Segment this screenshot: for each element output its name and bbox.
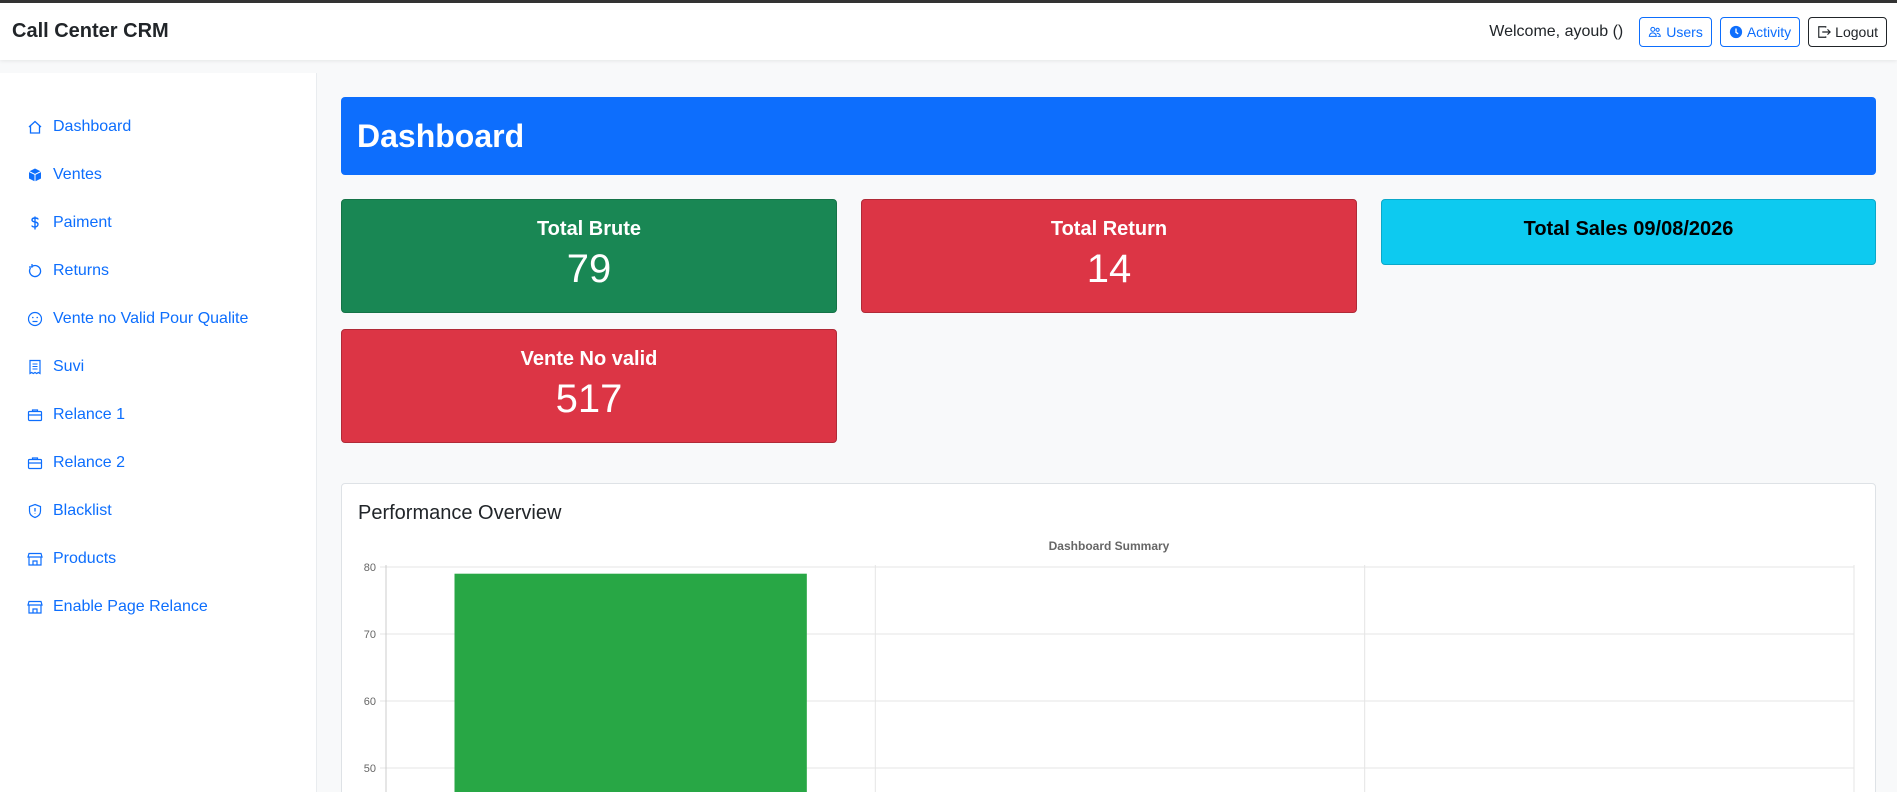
y-tick-label: 80 <box>364 562 376 574</box>
app-brand[interactable]: Call Center CRM <box>12 20 169 43</box>
sidebar-item-products[interactable]: Products <box>0 535 316 583</box>
shop-icon <box>27 552 43 566</box>
sidebar-item-label: Blacklist <box>53 502 112 519</box>
sidebar-item-label: Relance 1 <box>53 406 126 423</box>
total-return-card: Total Return 14 <box>861 199 1357 313</box>
sidebar-item-suvi[interactable]: Suvi <box>0 343 316 391</box>
total-sales-title: Total Sales 09/08/2026 <box>1523 218 1734 240</box>
welcome-text: Welcome, ayoub () <box>1489 22 1624 40</box>
sidebar-item-label: Enable Page Relance <box>53 598 208 615</box>
sidebar-item-label: Relance 2 <box>53 454 126 471</box>
chart-bar <box>454 573 807 792</box>
sidebar-item-vente-no-valid[interactable]: Vente no Valid Pour Qualite <box>0 295 316 343</box>
activity-button-label: Activity <box>1746 23 1792 40</box>
sidebar-item-enable-page-relance[interactable]: Enable Page Relance <box>0 583 316 631</box>
users-button-label: Users <box>1666 23 1703 40</box>
briefcase-icon <box>27 457 43 470</box>
sidebar-item-label: Vente no Valid Pour Qualite <box>53 310 249 327</box>
sidebar-item-relance-2[interactable]: Relance 2 <box>0 439 316 487</box>
people-icon <box>1649 26 1662 37</box>
y-tick-label: 50 <box>364 763 376 775</box>
sidebar-item-label: Dashboard <box>53 118 132 135</box>
vente-no-valid-card: Vente No valid 517 <box>341 329 837 443</box>
total-brute-title: Total Brute <box>536 218 642 240</box>
box-icon <box>28 168 42 182</box>
vente-no-valid-title: Vente No valid <box>520 348 658 370</box>
total-sales-card: Total Sales 09/08/2026 <box>1381 199 1876 265</box>
main-content: Dashboard Total Brute 79 Total Return 14… <box>341 97 1876 792</box>
sidebar-item-relance-1[interactable]: Relance 1 <box>0 391 316 439</box>
top-navbar: Call Center CRM Welcome, ayoub () Users … <box>0 0 1897 60</box>
refresh-icon <box>28 264 42 278</box>
sidebar-item-label: Ventes <box>53 166 102 183</box>
users-button[interactable]: Users <box>1639 16 1712 47</box>
total-return-value: 14 <box>1086 247 1132 291</box>
logout-button-label: Logout <box>1835 23 1878 40</box>
sidebar-item-dashboard[interactable]: Dashboard <box>0 103 316 151</box>
activity-button[interactable]: Activity <box>1719 16 1801 47</box>
total-return-title: Total Return <box>1050 218 1168 240</box>
home-icon <box>28 120 42 134</box>
sidebar: Dashboard Ventes Paiment Returns Vente n… <box>0 73 317 792</box>
logout-icon <box>1818 25 1832 38</box>
dollar-icon <box>31 216 39 230</box>
sidebar-item-label: Suvi <box>53 358 85 375</box>
clock-icon <box>1729 25 1742 38</box>
y-tick-label: 70 <box>364 629 376 641</box>
shop-icon <box>27 600 43 614</box>
sidebar-item-ventes[interactable]: Ventes <box>0 151 316 199</box>
chart-title: Dashboard Summary <box>1049 539 1170 553</box>
sidebar-item-blacklist[interactable]: Blacklist <box>0 487 316 535</box>
total-brute-value: 79 <box>566 247 612 291</box>
logout-button[interactable]: Logout <box>1808 16 1887 47</box>
shield-icon <box>28 503 42 519</box>
total-brute-card: Total Brute 79 <box>341 199 837 313</box>
sidebar-item-returns[interactable]: Returns <box>0 247 316 295</box>
performance-panel: Performance Overview Dashboard Summary 8… <box>341 483 1876 792</box>
header-actions: Welcome, ayoub () Users Activity Logout <box>1489 16 1887 47</box>
sidebar-item-label: Returns <box>53 262 110 279</box>
sidebar-item-paiment[interactable]: Paiment <box>0 199 316 247</box>
briefcase-icon <box>27 409 43 422</box>
dashboard-summary-chart: Dashboard Summary 80 70 60 50 <box>364 539 1855 792</box>
y-tick-label: 60 <box>364 696 376 708</box>
receipt-icon <box>29 359 41 375</box>
sidebar-item-label: Products <box>53 550 117 567</box>
sidebar-item-label: Paiment <box>53 214 112 231</box>
page-title: Dashboard <box>341 97 1876 175</box>
neutral-face-icon <box>27 311 43 327</box>
vente-no-valid-value: 517 <box>555 377 623 421</box>
